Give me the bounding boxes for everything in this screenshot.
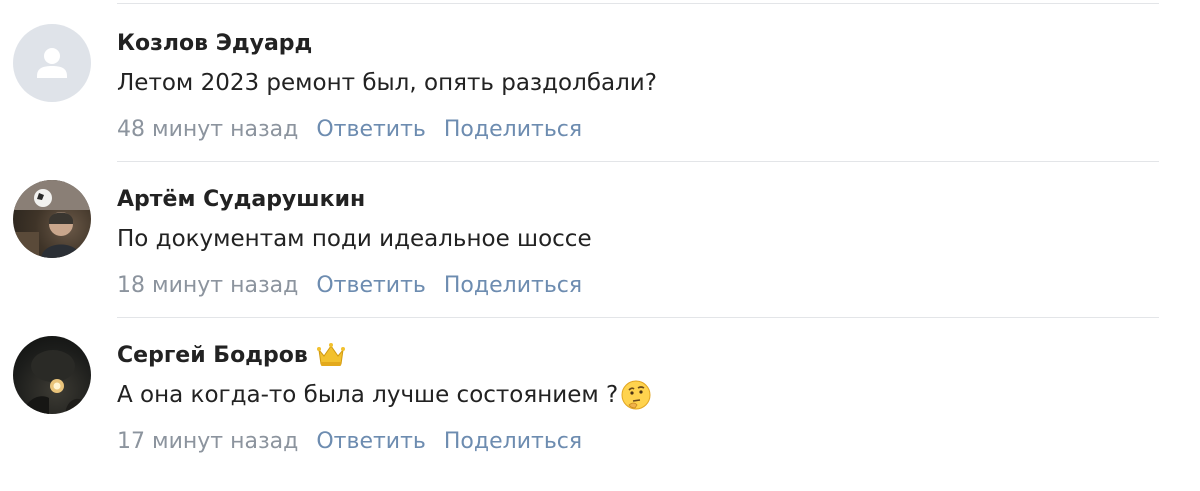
comment-author[interactable]: Артём Сударушкин [117,184,365,214]
comment-timestamp[interactable]: 18 минут назад [117,273,298,298]
comment-author[interactable]: Сергей Бодров [117,340,346,370]
comment-meta: 18 минут назад Ответить Поделиться [117,270,582,300]
share-button[interactable]: Поделиться [444,117,582,142]
divider [117,3,1159,4]
user-photo-image [13,180,91,258]
comment-item: Сергей Бодров А она когда-то была лучше … [0,318,1200,475]
share-button[interactable]: Поделиться [444,429,582,454]
avatar[interactable] [13,336,91,414]
crown-icon [316,342,346,368]
author-name[interactable]: Сергей Бодров [117,343,308,368]
share-button[interactable]: Поделиться [444,273,582,298]
author-name[interactable]: Козлов Эдуард [117,31,312,56]
comment-meta: 17 минут назад Ответить Поделиться [117,426,582,456]
comment-text-content: По документам поди идеальное шоссе [117,226,592,252]
comment-text: По документам поди идеальное шоссе [117,222,592,256]
comment-thread: Козлов Эдуард Летом 2023 ремонт был, опя… [0,0,1200,491]
comment-text: А она когда-то была лучше состоянием ? [117,378,652,412]
user-placeholder-icon [37,48,67,78]
user-photo-image [23,350,85,414]
comment-text-content: А она когда-то была лучше состоянием ? [117,382,619,408]
comment-text: Летом 2023 ремонт был, опять раздолбали? [117,66,657,100]
avatar[interactable] [13,180,91,258]
comment-text-content: Летом 2023 ремонт был, опять раздолбали? [117,70,657,96]
comment-item: Козлов Эдуард Летом 2023 ремонт был, опя… [0,6,1200,163]
reply-button[interactable]: Ответить [316,429,426,454]
comment-timestamp[interactable]: 48 минут назад [117,117,298,142]
comment-item: Артём Сударушкин По документам поди идеа… [0,162,1200,319]
avatar[interactable] [13,24,91,102]
comment-meta: 48 минут назад Ответить Поделиться [117,114,582,144]
comment-author[interactable]: Козлов Эдуард [117,28,312,58]
author-name[interactable]: Артём Сударушкин [117,187,365,212]
reply-button[interactable]: Ответить [316,117,426,142]
comment-timestamp[interactable]: 17 минут назад [117,429,298,454]
thinking-face-icon [620,379,652,411]
reply-button[interactable]: Ответить [316,273,426,298]
